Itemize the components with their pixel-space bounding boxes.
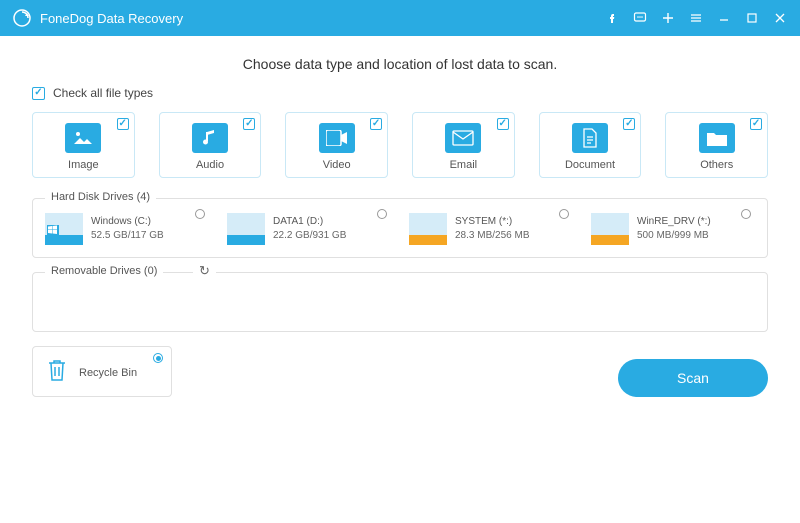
maximize-icon[interactable] [740,6,764,30]
drive-info: Windows (C:)52.5 GB/117 GB [91,215,164,243]
filetype-checkbox[interactable] [243,118,255,130]
feedback-icon[interactable] [628,6,652,30]
drive-item[interactable]: WinRE_DRV (*:)500 MB/999 MB [591,213,755,245]
drive-icon [409,213,447,245]
scan-button[interactable]: Scan [618,359,768,397]
filetype-card-others[interactable]: Others [665,112,768,178]
image-icon [65,123,101,153]
app-logo-icon [12,8,32,28]
audio-icon [192,123,228,153]
filetype-card-audio[interactable]: Audio [159,112,262,178]
filetype-card-video[interactable]: Video [285,112,388,178]
drive-radio[interactable] [195,209,205,219]
filetype-row: Image Audio Video Email Document Others [32,112,768,178]
hdd-section-title: Hard Disk Drives (4) [45,191,156,203]
drive-item[interactable]: Windows (C:)52.5 GB/117 GB [45,213,209,245]
drive-size: 22.2 GB/931 GB [273,229,346,243]
drive-name: DATA1 (D:) [273,215,346,229]
drive-radio[interactable] [741,209,751,219]
check-all-label: Check all file types [53,86,153,100]
drive-size: 28.3 MB/256 MB [455,229,529,243]
drive-name: WinRE_DRV (*:) [637,215,711,229]
bottom-row: Recycle Bin Scan [32,346,768,397]
drive-name: Windows (C:) [91,215,164,229]
refresh-icon[interactable]: ↻ [193,263,216,279]
main-content: Choose data type and location of lost da… [0,36,800,405]
document-icon [572,123,608,153]
drive-radio[interactable] [559,209,569,219]
hdd-section: Hard Disk Drives (4) Windows (C:)52.5 GB… [32,198,768,258]
filetype-checkbox[interactable] [750,118,762,130]
filetype-checkbox[interactable] [370,118,382,130]
email-icon [445,123,481,153]
filetype-label: Video [292,159,381,171]
close-icon[interactable] [768,6,792,30]
recycle-bin-radio[interactable] [153,353,163,363]
minimize-icon[interactable] [712,6,736,30]
filetype-label: Document [546,159,635,171]
filetype-label: Email [419,159,508,171]
window-controls [600,6,792,30]
drive-item[interactable]: DATA1 (D:)22.2 GB/931 GB [227,213,391,245]
check-all-checkbox[interactable] [32,87,45,100]
add-icon[interactable] [656,6,680,30]
drive-icon [591,213,629,245]
page-heading: Choose data type and location of lost da… [32,56,768,72]
menu-icon[interactable] [684,6,708,30]
filetype-card-email[interactable]: Email [412,112,515,178]
video-icon [319,123,355,153]
filetype-card-document[interactable]: Document [539,112,642,178]
recycle-bin-label: Recycle Bin [79,367,137,379]
drive-size: 500 MB/999 MB [637,229,711,243]
drive-item[interactable]: SYSTEM (*:)28.3 MB/256 MB [409,213,573,245]
app-title: FoneDog Data Recovery [40,11,600,26]
others-icon [699,123,735,153]
check-all-row[interactable]: Check all file types [32,86,768,100]
trash-icon [45,357,69,388]
recycle-bin-card[interactable]: Recycle Bin [32,346,172,397]
removable-section: Removable Drives (0) ↻ [32,272,768,332]
filetype-label: Others [672,159,761,171]
hdd-row: Windows (C:)52.5 GB/117 GB DATA1 (D:)22.2… [45,213,755,245]
drive-info: WinRE_DRV (*:)500 MB/999 MB [637,215,711,243]
filetype-checkbox[interactable] [117,118,129,130]
drive-icon [45,213,83,245]
filetype-card-image[interactable]: Image [32,112,135,178]
facebook-icon[interactable] [600,6,624,30]
titlebar: FoneDog Data Recovery [0,0,800,36]
filetype-checkbox[interactable] [623,118,635,130]
filetype-label: Audio [166,159,255,171]
filetype-checkbox[interactable] [497,118,509,130]
drive-info: DATA1 (D:)22.2 GB/931 GB [273,215,346,243]
drive-radio[interactable] [377,209,387,219]
filetype-label: Image [39,159,128,171]
drive-size: 52.5 GB/117 GB [91,229,164,243]
removable-section-title: Removable Drives (0) [45,265,163,277]
drive-info: SYSTEM (*:)28.3 MB/256 MB [455,215,529,243]
drive-name: SYSTEM (*:) [455,215,529,229]
drive-icon [227,213,265,245]
